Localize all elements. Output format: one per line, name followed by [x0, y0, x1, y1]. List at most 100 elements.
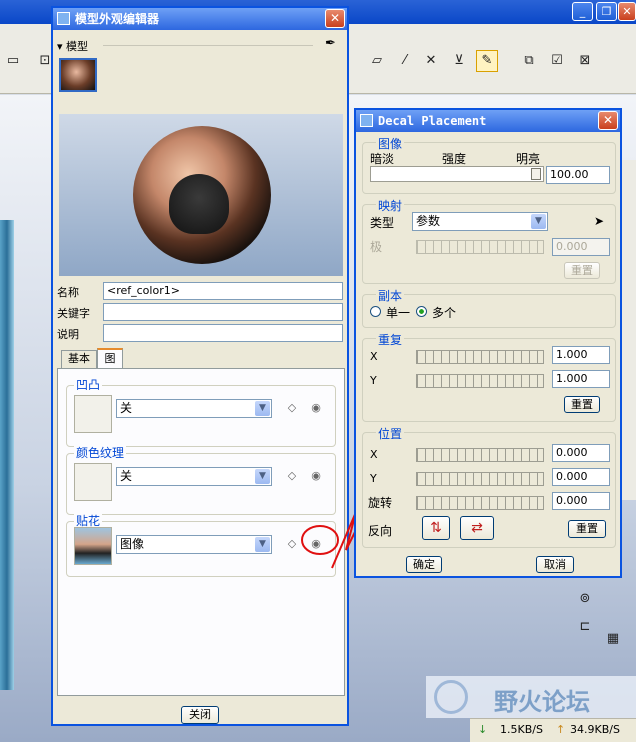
chevron-down-icon: ▼: [255, 537, 270, 552]
keyword-field[interactable]: [103, 303, 343, 321]
decal-value: 图像: [120, 537, 145, 551]
position-y-slider[interactable]: [416, 472, 544, 486]
dialog-icon: [57, 12, 70, 25]
repeat-y-field[interactable]: 1.000: [552, 370, 610, 388]
bump-select[interactable]: 关 ▼: [116, 399, 272, 418]
tool-icon[interactable]: ⊚: [574, 588, 596, 610]
upload-arrow-icon: ↑: [556, 723, 566, 736]
repeat-x-field[interactable]: 1.000: [552, 346, 610, 364]
decal-image-on-sphere: [169, 174, 229, 234]
position-x-field[interactable]: 0.000: [552, 444, 610, 462]
edit-map-icon[interactable]: ◉: [308, 400, 324, 416]
minimize-button[interactable]: _: [572, 2, 593, 21]
restore-button[interactable]: ❐: [596, 2, 617, 21]
rotate-slider[interactable]: [416, 496, 544, 510]
color-texture-value: 关: [120, 469, 133, 483]
close-icon[interactable]: ✕: [325, 9, 345, 28]
rotate-label: 旋转: [368, 496, 393, 510]
preview-area: [59, 114, 343, 276]
description-label: 说明: [57, 328, 79, 341]
decal-select[interactable]: 图像 ▼: [116, 535, 272, 554]
tab-map[interactable]: 图: [97, 348, 123, 369]
toolbar-icon[interactable]: ▭: [2, 50, 24, 72]
tab-basic[interactable]: 基本: [61, 350, 97, 368]
repeat-reset-button[interactable]: 重置: [564, 396, 600, 413]
ok-button[interactable]: 确定: [406, 556, 442, 573]
color-texture-select[interactable]: 关 ▼: [116, 467, 272, 486]
repeat-y-slider[interactable]: [416, 374, 544, 388]
appearance-thumbnail[interactable]: [59, 58, 97, 92]
forum-watermark: 野火论坛: [426, 676, 636, 718]
rotate-field[interactable]: 0.000: [552, 492, 610, 510]
description-field[interactable]: [103, 324, 343, 342]
name-label: 名称: [57, 286, 79, 299]
keyword-label: 关键字: [57, 307, 90, 320]
repeat-x-label: X: [370, 350, 378, 363]
model-section-header[interactable]: ▾ 模型 ✒: [57, 36, 347, 53]
flip-horizontal-button[interactable]: ⇄: [460, 516, 494, 540]
datum-point-icon[interactable]: ✕: [420, 50, 442, 72]
position-group-label: 位置: [376, 425, 405, 442]
repeat-x-slider[interactable]: [416, 350, 544, 364]
dialog-icon: [360, 114, 373, 127]
flip-label: 反向: [368, 524, 393, 538]
flip-vertical-button[interactable]: ⇅: [422, 516, 450, 540]
bump-swatch[interactable]: [74, 395, 112, 433]
close-button[interactable]: 关闭: [181, 706, 219, 724]
bump-label: 凹凸: [74, 376, 103, 393]
position-y-label: Y: [370, 472, 377, 485]
multiple-label: 多个: [432, 306, 457, 320]
cursor-icon: ➤: [594, 214, 605, 228]
position-reset-button[interactable]: 重置: [568, 520, 606, 538]
pole-reset-button[interactable]: 重置: [564, 262, 600, 279]
download-arrow-icon: ↓: [478, 723, 488, 736]
intensity-field[interactable]: 100.00: [546, 166, 610, 184]
annotation-icon[interactable]: ✎: [476, 50, 498, 72]
bright-label: 明亮: [516, 152, 541, 166]
grid-icon[interactable]: ▦: [602, 628, 624, 650]
eyedropper-icon[interactable]: ✒: [325, 36, 336, 51]
appearance-editor-titlebar: 模型外观编辑器 ✕: [53, 8, 347, 30]
eraser-icon[interactable]: ◇: [284, 468, 300, 484]
dialog-title: Decal Placement: [378, 114, 487, 128]
datum-axis-icon[interactable]: ⁄: [394, 50, 416, 72]
pole-label: 极: [370, 240, 383, 254]
annotation-circle: [301, 525, 339, 555]
decal-placement-titlebar: Decal Placement ✕: [356, 110, 620, 132]
background-image: [0, 220, 14, 690]
cancel-button[interactable]: 取消: [536, 556, 574, 573]
close-icon[interactable]: ✕: [598, 111, 618, 130]
watermark-text: 野火论坛: [494, 688, 590, 716]
edit-map-icon[interactable]: ◉: [308, 468, 324, 484]
type-select[interactable]: 参数 ▼: [412, 212, 548, 231]
single-radio[interactable]: [370, 306, 381, 317]
pole-slider[interactable]: [416, 240, 544, 254]
intensity-slider[interactable]: [370, 166, 544, 182]
position-x-slider[interactable]: [416, 448, 544, 462]
activate-icon[interactable]: ☑: [546, 50, 568, 72]
logo-icon: [434, 680, 468, 714]
pole-field[interactable]: 0.000: [552, 238, 610, 256]
window-icon[interactable]: ⧉: [518, 50, 540, 72]
datum-csys-icon[interactable]: ⊻: [448, 50, 470, 72]
name-field[interactable]: <ref_color1>: [103, 282, 343, 300]
tool-icon[interactable]: ⊏: [574, 616, 596, 638]
multiple-radio[interactable]: [416, 306, 427, 317]
eraser-icon[interactable]: ◇: [284, 400, 300, 416]
bump-value: 关: [120, 401, 133, 415]
right-toolbar: [620, 160, 636, 500]
preview-sphere: [133, 126, 271, 264]
chevron-down-icon: ▼: [255, 469, 270, 484]
copies-group-label: 副本: [376, 287, 405, 304]
type-label: 类型: [370, 216, 395, 230]
position-y-field[interactable]: 0.000: [552, 468, 610, 486]
mapping-group-label: 映射: [376, 197, 405, 214]
datum-plane-icon[interactable]: ▱: [366, 50, 388, 72]
color-texture-swatch[interactable]: [74, 463, 112, 501]
type-value: 参数: [416, 214, 441, 228]
decal-thumbnail[interactable]: [74, 527, 112, 565]
appearance-editor-dialog: 模型外观编辑器 ✕ ▾ 模型 ✒ 名称 <ref_color1> 关键字 说明 …: [51, 6, 349, 726]
close-app-button[interactable]: ✕: [618, 2, 636, 21]
intensity-slider-thumb[interactable]: [531, 168, 541, 180]
close-window-icon[interactable]: ⊠: [574, 50, 596, 72]
